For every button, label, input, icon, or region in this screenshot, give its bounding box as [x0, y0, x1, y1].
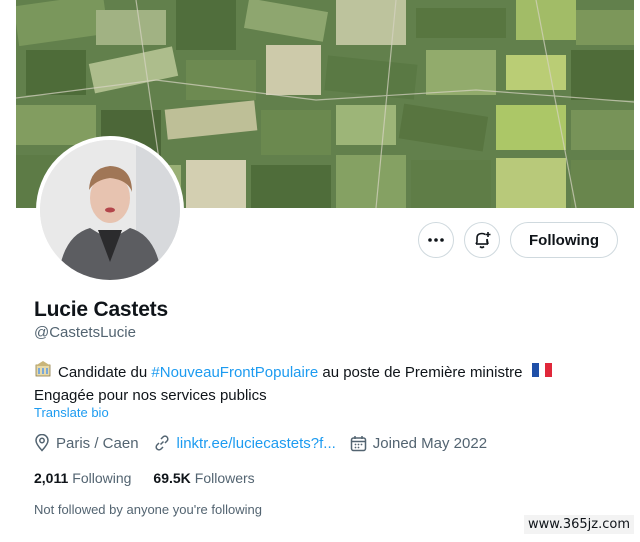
profile-bio: Candidate du #NouveauFrontPopulaire au p…: [34, 360, 594, 407]
follow-stats: 2,011 Following 69.5K Followers: [34, 470, 277, 486]
notifications-button[interactable]: [464, 222, 501, 258]
bio-hashtag-link[interactable]: #NouveauFrontPopulaire: [151, 362, 318, 384]
location-item: Paris / Caen: [34, 434, 139, 452]
profile-avatar[interactable]: [36, 136, 184, 284]
bio-line-2-text: Engagée pour nos services publics: [34, 387, 267, 404]
location-text: Paris / Caen: [56, 434, 139, 452]
website-item: linktr.ee/luciecastets?f...: [153, 434, 336, 452]
joined-text: Joined May 2022: [372, 434, 488, 452]
joined-item: Joined May 2022: [350, 435, 487, 452]
more-icon: [428, 238, 444, 242]
bio-suffix: au poste de Première ministre: [318, 363, 523, 381]
followers-stat-link[interactable]: 69.5K Followers: [153, 470, 254, 486]
avatar-portrait-image: [40, 140, 180, 280]
calendar-icon: [350, 435, 367, 451]
following-stat-link[interactable]: 2,011 Following: [34, 470, 131, 486]
followers-count: 69.5K: [153, 470, 191, 486]
link-icon: [154, 435, 169, 451]
bio-line-2: Engagée pour nos services publics: [34, 385, 594, 407]
not-followed-note: Not followed by anyone you're following: [34, 502, 262, 517]
more-button[interactable]: [418, 222, 455, 258]
bio-line-1: Candidate du #NouveauFrontPopulaire au p…: [34, 360, 594, 385]
location-pin-icon: [35, 434, 49, 452]
following-button[interactable]: Following: [510, 222, 618, 258]
translate-bio-link[interactable]: Translate bio: [34, 405, 109, 420]
government-building-icon: [34, 360, 52, 385]
profile-name: Lucie Castets: [34, 298, 168, 321]
bell-plus-icon: [475, 232, 491, 249]
french-flag-icon: [532, 362, 553, 384]
following-label: Following: [72, 470, 132, 486]
bio-prefix: Candidate du: [58, 363, 152, 381]
profile-meta: Paris / Caen linktr.ee/luciecastets?f...: [34, 434, 501, 452]
watermark-text: www.365jz.com: [524, 515, 634, 534]
profile-page: Following Lucie Castets @CastetsLucie Ca…: [0, 0, 640, 542]
website-link[interactable]: linktr.ee/luciecastets?f...: [177, 435, 336, 452]
following-count: 2,011: [34, 470, 69, 486]
profile-handle: @CastetsLucie: [34, 324, 136, 341]
profile-actions: Following: [418, 222, 618, 258]
followers-label: Followers: [194, 470, 255, 486]
